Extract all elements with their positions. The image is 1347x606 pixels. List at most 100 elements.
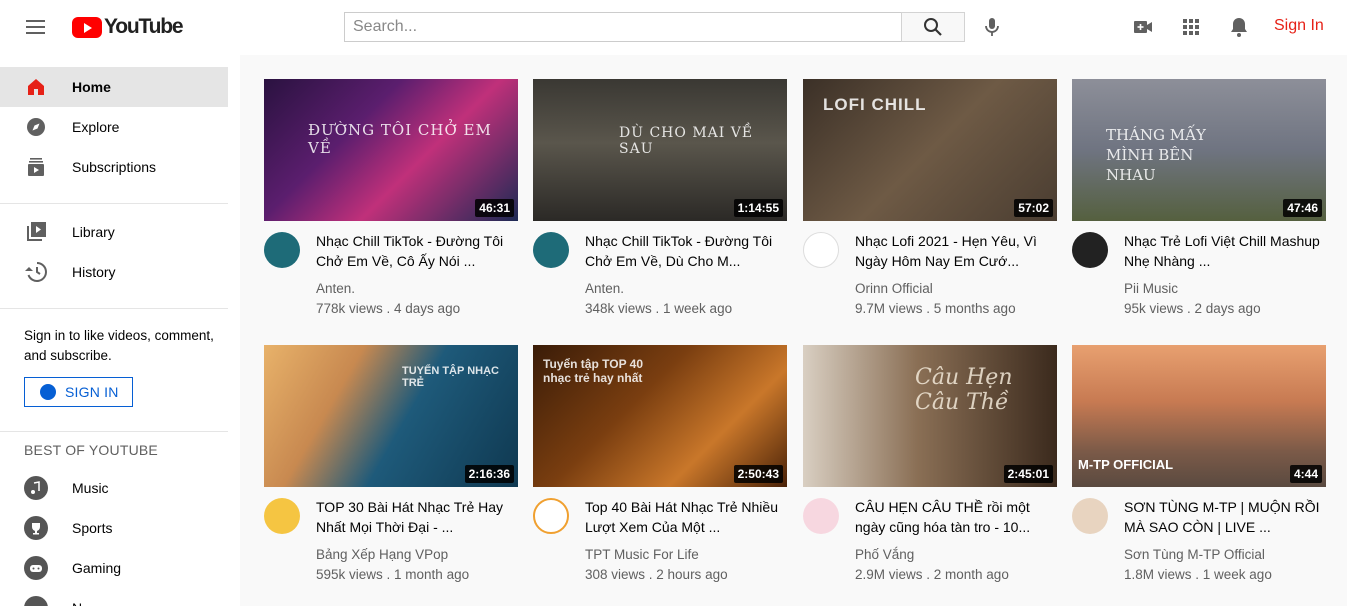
video-thumbnail[interactable]: Câu Hẹn Câu Thề 2:45:01 (803, 345, 1057, 487)
video-thumbnail[interactable]: DÙ CHO MAI VỀ SAU 1:14:55 (533, 79, 787, 221)
sidebar-item-label: Subscriptions (72, 159, 157, 175)
sidebar-item-label: Gaming (72, 560, 122, 576)
search-input[interactable] (344, 12, 901, 42)
video-title[interactable]: TOP 30 Bài Hát Nhạc Trẻ Hay Nhất Mọi Thờ… (316, 497, 518, 537)
sidebar-item-history[interactable]: History (0, 252, 228, 292)
sidebar-item-sports[interactable]: Sports (0, 508, 228, 548)
channel-avatar[interactable] (1072, 232, 1108, 268)
channel-avatar[interactable] (803, 232, 839, 268)
video-thumbnail[interactable]: TUYỂN TẬP NHẠC TRẺ 2:16:36 (264, 345, 518, 487)
trophy-icon (24, 516, 48, 540)
channel-avatar[interactable] (533, 232, 569, 268)
youtube-play-icon (72, 16, 102, 38)
video-meta: 1.8M views . 1 week ago (1124, 567, 1272, 582)
gaming-icon (24, 556, 48, 580)
channel-name[interactable]: Anten. (316, 281, 355, 296)
sidebar-item-gaming[interactable]: Gaming (0, 548, 228, 588)
sidebar-item-label: History (72, 264, 116, 280)
video-duration: 46:31 (475, 199, 514, 217)
video-title[interactable]: Nhạc Chill TikTok - Đường Tôi Chở Em Về,… (585, 231, 787, 271)
search-icon (924, 18, 942, 36)
top-header: YouTube Sign In (0, 0, 1347, 55)
sidebar-item-explore[interactable]: Explore (0, 107, 228, 147)
youtube-logo[interactable]: YouTube (72, 15, 184, 39)
sign-in-prompt: Sign in to like videos, comment, and sub… (24, 328, 214, 363)
microphone-icon[interactable] (980, 15, 1004, 39)
best-of-youtube-title: BEST OF YOUTUBE (24, 442, 158, 458)
sidebar-item-label: Music (72, 480, 109, 496)
video-meta: 2.9M views . 2 month ago (855, 567, 1009, 582)
library-icon (27, 222, 46, 241)
channel-avatar[interactable] (264, 232, 300, 268)
sidebar-divider (0, 203, 228, 204)
sidebar-item-home[interactable]: Home (0, 67, 228, 107)
video-thumbnail[interactable]: THÁNG MẤY MÌNH BÊN NHAU 47:46 (1072, 79, 1326, 221)
thumbnail-text: THÁNG MẤY MÌNH BÊN NHAU (1106, 126, 1206, 184)
apps-grid-icon[interactable] (1179, 15, 1203, 39)
sidebar-divider (0, 308, 228, 309)
search-button[interactable] (901, 12, 965, 42)
channel-name[interactable]: Anten. (585, 281, 624, 296)
news-icon (24, 596, 48, 606)
sidebar-item-news[interactable]: N (0, 588, 228, 606)
video-title[interactable]: Nhạc Trẻ Lofi Việt Chill Mashup Nhẹ Nhàn… (1124, 231, 1326, 271)
sidebar-item-library[interactable]: Library (0, 212, 228, 252)
channel-name[interactable]: Pii Music (1124, 281, 1178, 296)
video-duration: 1:14:55 (733, 199, 783, 217)
video-duration: 4:44 (1289, 465, 1322, 483)
video-meta: 308 views . 2 hours ago (585, 567, 728, 582)
channel-name[interactable]: Orinn Official (855, 281, 933, 296)
thumbnail-text: DÙ CHO MAI VỀ SAU (619, 125, 754, 157)
sidebar-item-label: Library (72, 224, 115, 240)
subscriptions-icon (28, 158, 44, 176)
video-meta: 95k views . 2 days ago (1124, 301, 1261, 316)
video-title[interactable]: CÂU HẸN CÂU THỀ rồi một ngày cũng hóa tà… (855, 497, 1057, 537)
thumbnail-text: M-TP OFFICIAL (1078, 457, 1174, 472)
video-meta: 778k views . 4 days ago (316, 301, 461, 316)
thumbnail-text: ĐƯỜNG TÔI CHỞ EM VỀ (308, 121, 492, 157)
sidebar-sign-in-button[interactable]: SIGN IN (24, 377, 133, 407)
user-circle-icon (40, 384, 56, 400)
video-meta: 348k views . 1 week ago (585, 301, 733, 316)
video-thumbnail[interactable]: ĐƯỜNG TÔI CHỞ EM VỀ 46:31 (264, 79, 518, 221)
search-bar (344, 12, 965, 42)
channel-avatar[interactable] (264, 498, 300, 534)
sidebar: Home Explore Subscriptions Library Histo… (0, 55, 240, 606)
video-thumbnail[interactable]: M-TP OFFICIAL 4:44 (1072, 345, 1326, 487)
video-title[interactable]: Nhạc Chill TikTok - Đường Tôi Chở Em Về,… (316, 231, 518, 271)
channel-name[interactable]: TPT Music For Life (585, 547, 699, 562)
menu-icon[interactable] (24, 16, 48, 40)
channel-name[interactable]: Sơn Tùng M-TP Official (1124, 547, 1265, 562)
channel-avatar[interactable] (533, 498, 569, 534)
video-duration: 47:46 (1283, 199, 1322, 217)
sign-in-link[interactable]: Sign In (1274, 17, 1324, 35)
sidebar-item-label: N (72, 600, 82, 606)
thumbnail-text: Câu Hẹn Câu Thề (915, 365, 1013, 415)
video-title[interactable]: Nhạc Lofi 2021 - Hẹn Yêu, Vì Ngày Hôm Na… (855, 231, 1057, 271)
compass-icon (27, 118, 45, 136)
music-icon (24, 476, 48, 500)
thumbnail-text: LOFI CHILL (823, 95, 927, 114)
video-meta: 595k views . 1 month ago (316, 567, 470, 582)
video-title[interactable]: Top 40 Bài Hát Nhạc Trẻ Nhiều Lượt Xem C… (585, 497, 787, 537)
channel-avatar[interactable] (1072, 498, 1108, 534)
sidebar-item-label: Home (72, 79, 111, 95)
video-duration: 2:45:01 (1003, 465, 1053, 483)
video-duration: 2:16:36 (464, 465, 514, 483)
video-duration: 57:02 (1014, 199, 1053, 217)
channel-name[interactable]: Bảng Xếp Hạng VPop (316, 547, 448, 562)
thumbnail-text: Tuyển tập TOP 40 nhạc trẻ hay nhất (543, 357, 644, 385)
notifications-bell-icon[interactable] (1227, 15, 1251, 39)
create-video-icon[interactable] (1131, 15, 1155, 39)
channel-avatar[interactable] (803, 498, 839, 534)
video-thumbnail[interactable]: LOFI CHILL 57:02 (803, 79, 1057, 221)
video-title[interactable]: SƠN TÙNG M-TP | MUỘN RỒI MÀ SAO CÒN | LI… (1124, 497, 1326, 537)
sidebar-item-label: Sports (72, 520, 113, 536)
sidebar-item-music[interactable]: Music (0, 468, 228, 508)
history-icon (25, 262, 47, 282)
sidebar-item-subscriptions[interactable]: Subscriptions (0, 147, 228, 187)
video-thumbnail[interactable]: Tuyển tập TOP 40 nhạc trẻ hay nhất 2:50:… (533, 345, 787, 487)
channel-name[interactable]: Phố Vắng (855, 547, 914, 562)
video-meta: 9.7M views . 5 months ago (855, 301, 1016, 316)
sidebar-item-label: Explore (72, 119, 120, 135)
